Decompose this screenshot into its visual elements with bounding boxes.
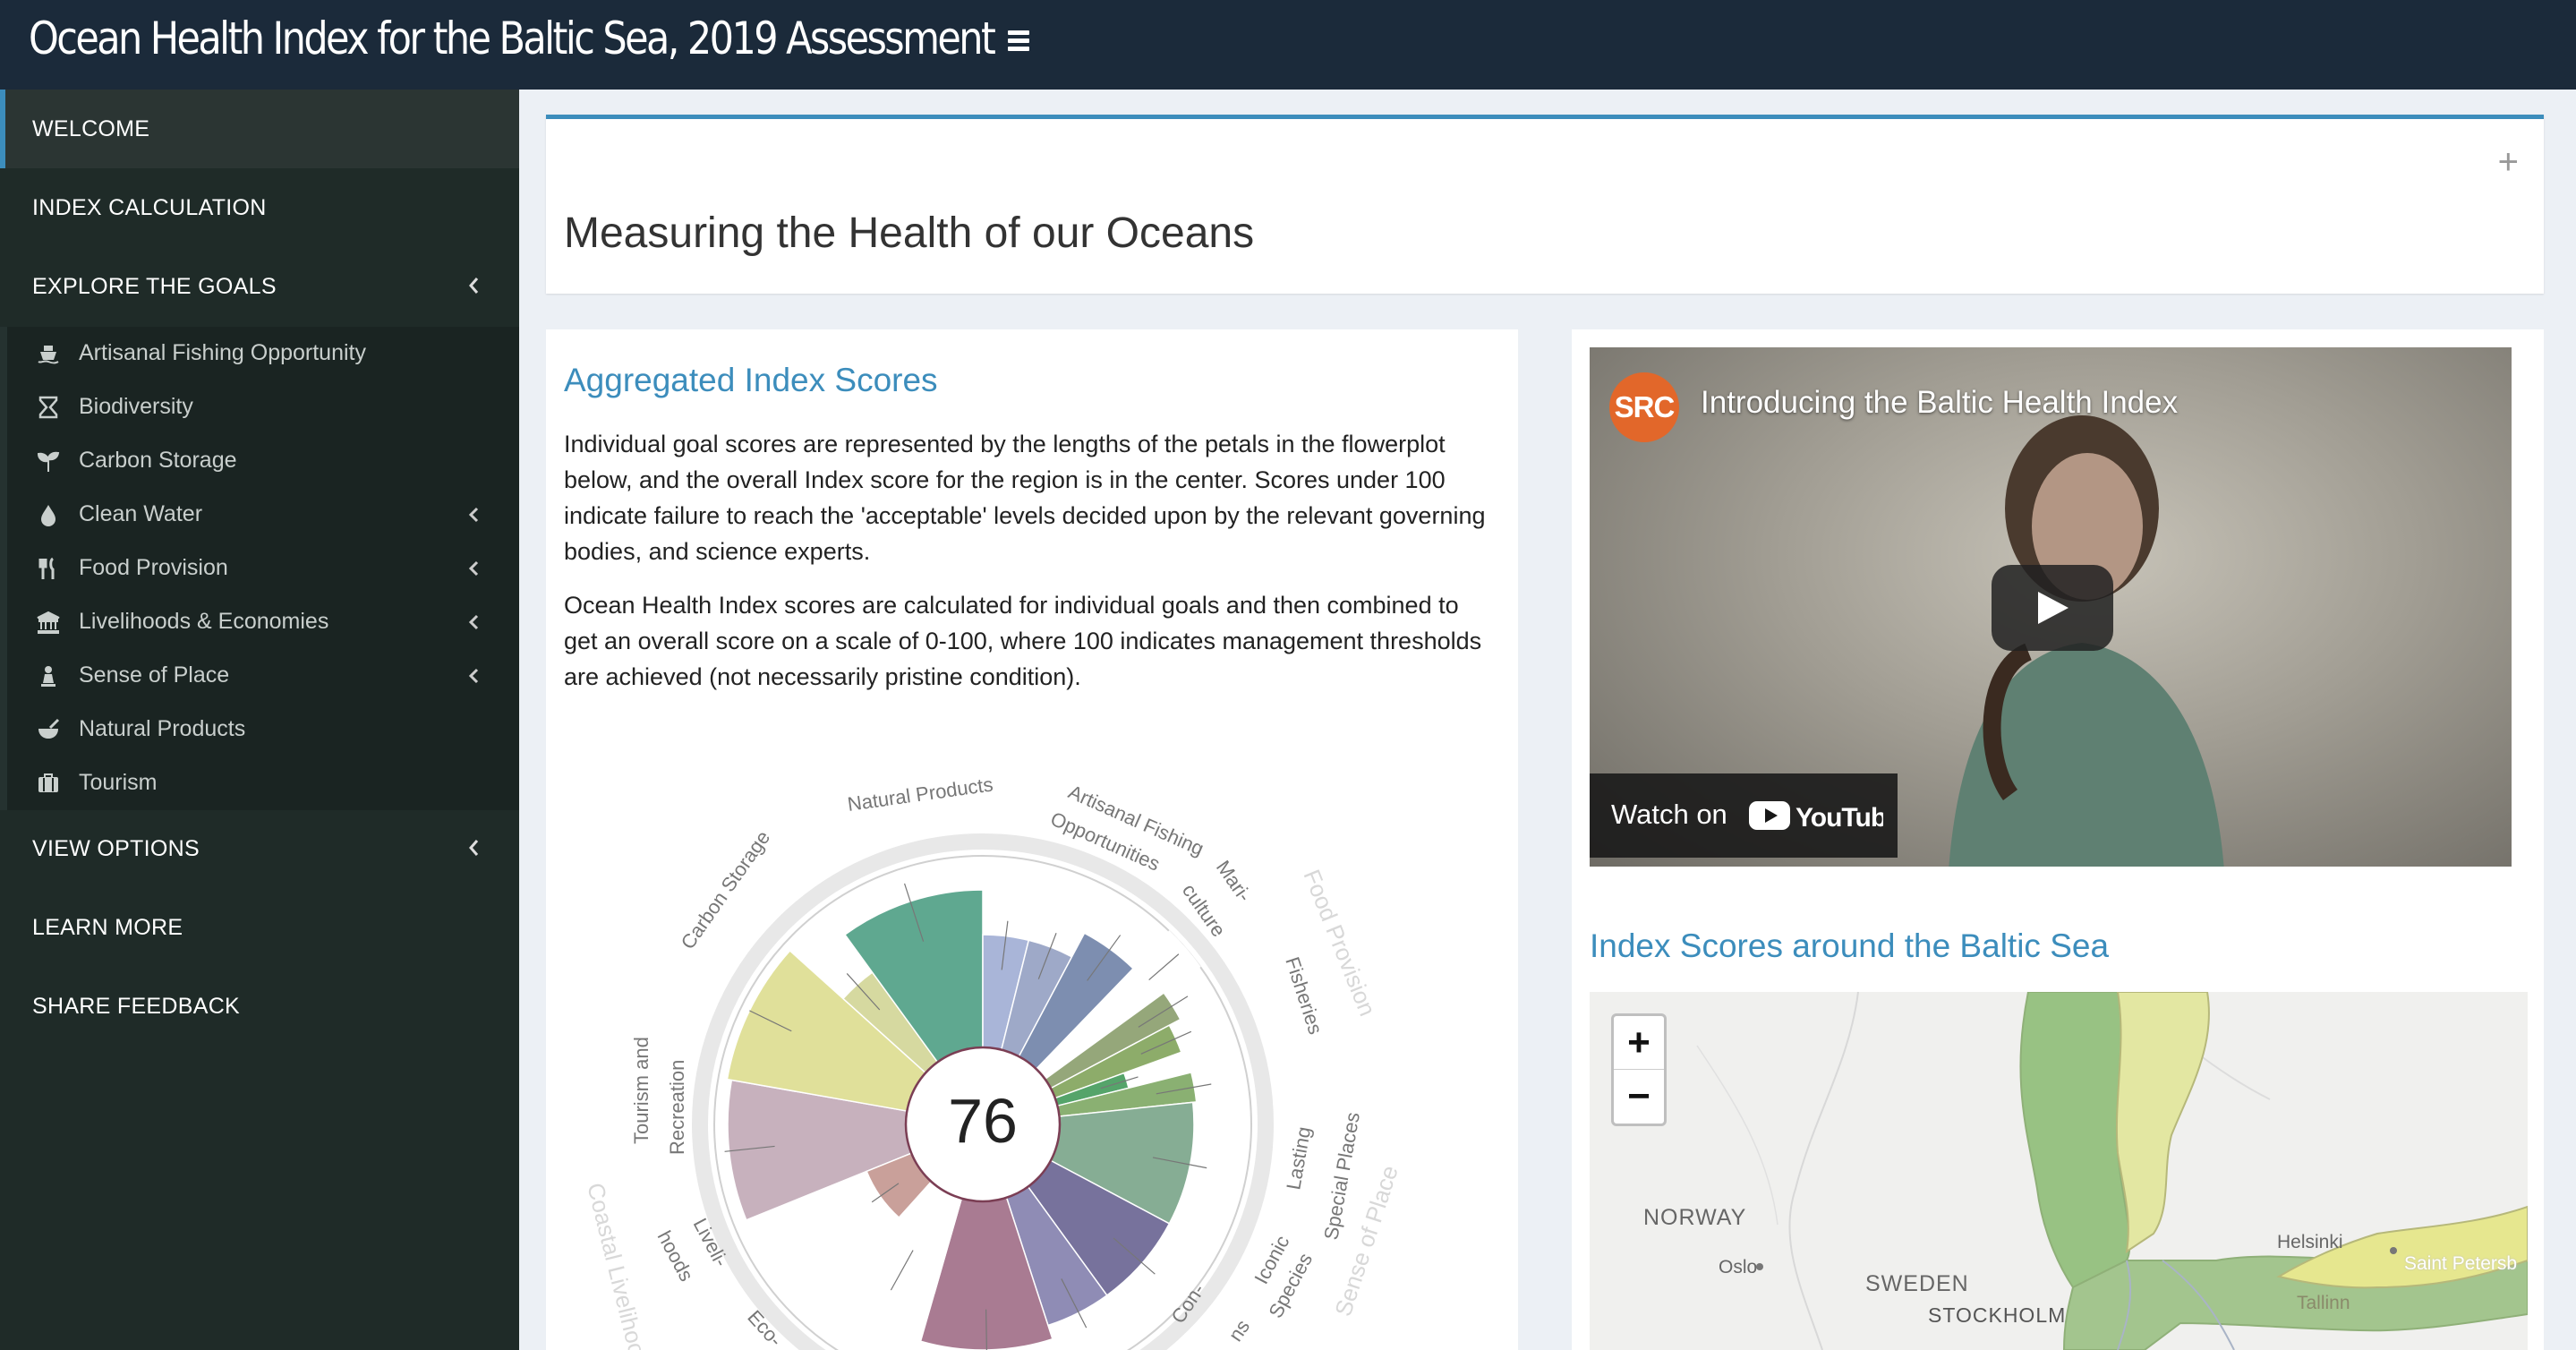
chevron-left-icon	[468, 668, 479, 684]
watch-on-youtube-button[interactable]: Watch on YouTube	[1590, 773, 1898, 858]
label-liveli-2: hoods	[653, 1227, 698, 1286]
scores-paragraph-1: Individual goal scores are represented b…	[564, 431, 1486, 565]
sidebar-item-label: WELCOME	[32, 115, 150, 141]
sidebar-item-artisanal-fishing[interactable]: Artisanal Fishing Opportunity	[7, 327, 519, 380]
label-ns: ns	[1224, 1316, 1254, 1346]
map-label-norway: NORWAY	[1643, 1205, 1747, 1230]
play-button[interactable]	[1992, 565, 2113, 651]
label-tourism-2: Recreation	[666, 1060, 688, 1155]
map-label-sweden: SWEDEN	[1865, 1271, 1969, 1296]
map-label-tallinn: Tallinn	[2297, 1293, 2350, 1313]
sidebar-item-label: Livelihoods & Economies	[79, 609, 329, 634]
label-lasting-1: Lasting	[1282, 1125, 1315, 1192]
map-label-stockholm: STOCKHOLM	[1928, 1303, 2067, 1327]
sidebar-item-label: Tourism	[79, 770, 158, 795]
expand-icon[interactable]: +	[2498, 142, 2519, 183]
cutlery-icon	[38, 557, 55, 579]
label-carbon-storage: Carbon Storage	[677, 826, 775, 953]
scores-title: Aggregated Index Scores	[564, 362, 938, 398]
zoom-out-button[interactable]: −	[1614, 1070, 1664, 1124]
sidebar-item-sense-of-place[interactable]: Sense of Place	[7, 649, 519, 703]
sidebar-item-index-calculation[interactable]: INDEX CALCULATION	[0, 168, 519, 247]
sidebar-item-label: Natural Products	[79, 716, 246, 741]
chevron-left-icon	[469, 840, 479, 856]
sidebar-item-view-options[interactable]: VIEW OPTIONS	[0, 809, 519, 888]
play-icon	[2038, 592, 2068, 624]
sidebar-item-welcome[interactable]: WELCOME	[0, 90, 519, 168]
sidebar-item-carbon-storage[interactable]: Carbon Storage	[7, 434, 519, 488]
video-player[interactable]: SRC Introducing the Baltic Health Index …	[1590, 347, 2512, 867]
mortar-pestle-icon	[38, 718, 60, 739]
bank-icon	[37, 611, 60, 634]
sidebar-item-label: Carbon Storage	[79, 448, 237, 473]
chevron-left-icon	[468, 507, 479, 523]
hamburger-icon[interactable]	[1002, 27, 1035, 59]
map-label-helsinki: Helsinki	[2277, 1232, 2343, 1252]
sidebar: WELCOME INDEX CALCULATION EXPLORE THE GO…	[0, 90, 519, 1350]
sidebar-item-label: Biodiversity	[79, 394, 193, 419]
video-title[interactable]: Introducing the Baltic Health Index	[1701, 385, 2178, 421]
svg-text:YouTube: YouTube	[1796, 803, 1883, 833]
sidebar-item-label: LEARN MORE	[32, 914, 183, 940]
watch-on-label: Watch on	[1611, 799, 1727, 830]
scores-paragraph-2: Ocean Health Index scores are calculated…	[564, 592, 1482, 690]
zoom-in-button[interactable]: +	[1614, 1016, 1664, 1070]
chevron-left-icon	[468, 614, 479, 630]
sidebar-item-label: SHARE FEEDBACK	[32, 993, 241, 1019]
page-title: Measuring the Health of our Oceans	[564, 209, 1255, 257]
sidebar-item-label: VIEW OPTIONS	[32, 835, 200, 861]
label-tourism-1: Tourism and	[630, 1037, 653, 1144]
zoom-controls: + −	[1611, 1013, 1667, 1126]
suitcase-icon	[38, 773, 58, 792]
sidebar-item-livelihoods[interactable]: Livelihoods & Economies	[7, 595, 519, 649]
welcome-box: + Measuring the Health of our Oceans	[546, 115, 2544, 294]
map-label-st-petersburg: Saint Petersb	[2404, 1253, 2518, 1274]
chevron-left-icon	[469, 278, 479, 294]
top-header: Ocean Health Index for the Baltic Sea, 2…	[0, 0, 2576, 90]
sidebar-item-learn-more[interactable]: LEARN MORE	[0, 888, 519, 967]
tint-icon	[41, 505, 55, 526]
index-score-value: 76	[948, 1086, 1018, 1156]
app-title: Ocean Health Index for the Baltic Sea, 2…	[29, 13, 996, 64]
map-label-oslo: Oslo	[1719, 1257, 1758, 1277]
baltic-map[interactable]: + − NORWAY Oslo SWEDEN STOCKHOLM Helsink…	[1590, 992, 2528, 1350]
sidebar-item-explore-goals[interactable]: EXPLORE THE GOALS	[0, 247, 519, 326]
map-title: Index Scores around the Baltic Sea	[1590, 927, 2110, 964]
label-fisheries: Fisheries	[1281, 954, 1326, 1038]
hourglass-icon	[38, 396, 58, 419]
sidebar-item-label: EXPLORE THE GOALS	[32, 273, 277, 299]
sidebar-item-food-provision[interactable]: Food Provision	[7, 542, 519, 595]
sidebar-item-label: Sense of Place	[79, 662, 230, 688]
goals-submenu: Artisanal Fishing Opportunity Biodiversi…	[0, 327, 519, 810]
youtube-logo-icon: YouTube	[1749, 801, 1883, 833]
chevron-left-icon	[468, 560, 479, 577]
sidebar-item-label: Clean Water	[79, 501, 203, 526]
sidebar-item-tourism[interactable]: Tourism	[7, 756, 519, 810]
sidebar-item-label: INDEX CALCULATION	[32, 194, 267, 220]
seedling-icon	[37, 451, 60, 472]
ship-icon	[38, 346, 59, 364]
flower-plot: 76 Natural Products Artisanal Fishing Op…	[582, 773, 1403, 1350]
channel-avatar[interactable]: SRC	[1609, 372, 1679, 442]
label-coastal-livelihoods: Coastal Livelihoo	[582, 1180, 651, 1350]
video-map-box: SRC Introducing the Baltic Health Index …	[1572, 329, 2544, 1350]
label-mari-1: Mari-	[1212, 857, 1256, 906]
sidebar-item-label: Food Provision	[79, 555, 228, 580]
sidebar-item-natural-products[interactable]: Natural Products	[7, 703, 519, 756]
chess-pawn-icon	[41, 666, 55, 687]
sidebar-item-biodiversity[interactable]: Biodiversity	[7, 380, 519, 434]
map-tiles	[1590, 992, 2528, 1350]
label-natural-products: Natural Products	[846, 773, 994, 816]
sidebar-item-label: Artisanal Fishing Opportunity	[79, 340, 366, 365]
sidebar-item-clean-water[interactable]: Clean Water	[7, 488, 519, 542]
sidebar-item-share-feedback[interactable]: SHARE FEEDBACK	[0, 967, 519, 1046]
